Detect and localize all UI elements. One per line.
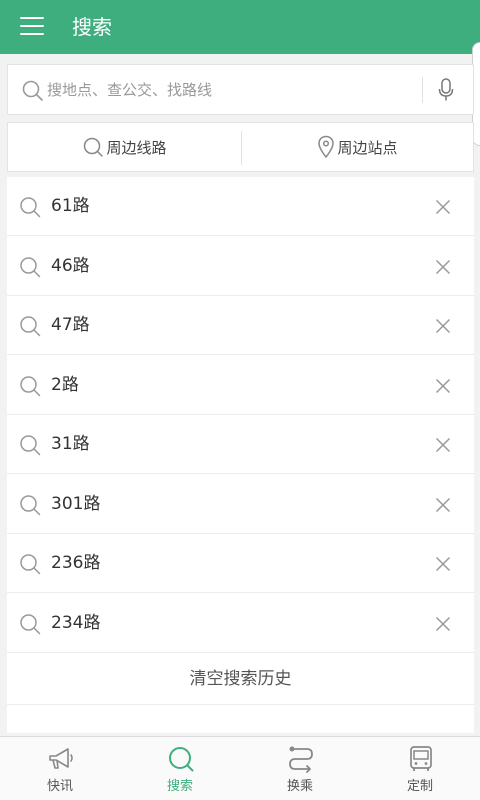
microphone-icon[interactable] xyxy=(438,78,454,102)
history-item-label: 236路 xyxy=(51,553,101,573)
search-icon xyxy=(20,435,41,456)
tab-transfer-label: 换乘 xyxy=(286,779,313,794)
nearby-bar: 周边线路 周边站点 xyxy=(7,122,474,172)
search-icon xyxy=(84,137,104,157)
search-icon xyxy=(20,197,41,218)
history-item[interactable]: 234路 xyxy=(7,594,474,653)
history-item[interactable]: 2路 xyxy=(7,356,474,415)
history-item[interactable]: 301路 xyxy=(7,475,474,534)
tab-search[interactable]: 搜索 xyxy=(120,737,240,800)
search-placeholder: 搜地点、查公交、找路线 xyxy=(47,81,213,99)
history-item[interactable]: 46路 xyxy=(7,237,474,296)
close-icon[interactable] xyxy=(435,199,451,215)
close-icon[interactable] xyxy=(435,497,451,513)
search-icon xyxy=(20,256,41,277)
nearby-stops-label: 周边站点 xyxy=(337,138,398,157)
history-item[interactable]: 31路 xyxy=(7,415,474,474)
tab-custom[interactable]: 定制 xyxy=(360,737,480,800)
close-icon[interactable] xyxy=(435,556,451,572)
close-icon[interactable] xyxy=(435,378,451,394)
close-icon[interactable] xyxy=(435,318,451,334)
history-item-label: 2路 xyxy=(51,374,79,395)
close-icon[interactable] xyxy=(435,259,451,275)
bus-icon xyxy=(410,746,432,771)
search-history-list: 61路 46路 47路 2路 31路 301路 236路 234路 清空搜索历史 xyxy=(7,177,474,733)
search-input[interactable]: 搜地点、查公交、找路线 xyxy=(7,64,474,115)
history-item-label: 31路 xyxy=(51,434,90,454)
tab-transfer[interactable]: 换乘 xyxy=(240,737,360,800)
tab-news[interactable]: 快讯 xyxy=(0,737,120,800)
search-icon xyxy=(20,554,41,575)
location-pin-icon xyxy=(318,135,335,159)
history-item[interactable]: 47路 xyxy=(7,296,474,355)
search-icon xyxy=(20,494,41,515)
search-icon xyxy=(22,80,43,101)
search-icon xyxy=(169,747,194,772)
history-item[interactable]: 61路 xyxy=(7,177,474,236)
history-item-label: 61路 xyxy=(51,196,90,216)
menu-icon[interactable] xyxy=(20,16,44,36)
bottom-tab-bar: 快讯 搜索 换乘 定制 xyxy=(0,736,480,800)
nearby-stops-button[interactable]: 周边站点 xyxy=(241,123,474,171)
history-item-label: 46路 xyxy=(51,255,90,276)
history-item[interactable]: 236路 xyxy=(7,534,474,593)
transfer-route-icon xyxy=(289,746,313,773)
tab-news-label: 快讯 xyxy=(46,779,73,794)
nearby-lines-label: 周边线路 xyxy=(106,138,167,157)
tab-custom-label: 定制 xyxy=(406,779,433,794)
history-item-label: 301路 xyxy=(51,493,101,514)
page-title: 搜索 xyxy=(72,15,112,39)
search-divider xyxy=(422,77,423,103)
search-icon xyxy=(20,613,41,634)
search-icon xyxy=(20,375,41,396)
tab-search-label: 搜索 xyxy=(166,779,193,794)
history-item-label: 234路 xyxy=(51,612,101,633)
search-icon xyxy=(20,316,41,337)
history-item-label: 47路 xyxy=(51,315,90,335)
close-icon[interactable] xyxy=(435,616,451,632)
megaphone-icon xyxy=(49,748,73,769)
app-bar: 搜索 xyxy=(0,0,480,54)
close-icon[interactable] xyxy=(435,437,451,453)
clear-history-button[interactable]: 清空搜索历史 xyxy=(7,653,474,705)
nearby-lines-button[interactable]: 周边线路 xyxy=(8,123,241,171)
